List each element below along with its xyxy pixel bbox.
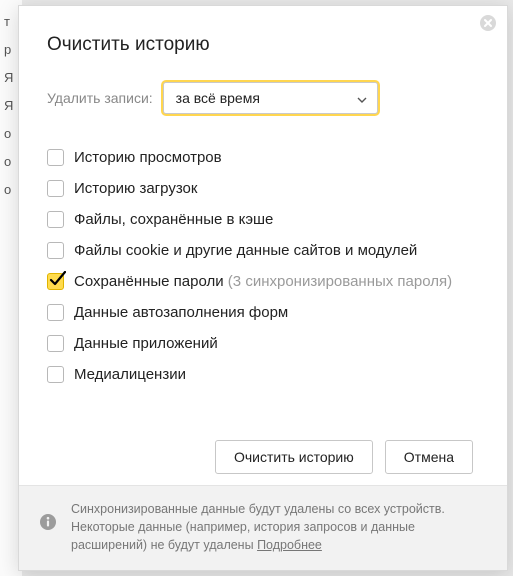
info-icon [39, 513, 57, 531]
time-range-value: за всё время [176, 90, 260, 106]
chevron-down-icon [357, 83, 367, 113]
options-list: Историю просмотров Историю загрузок Файлы,… [47, 136, 479, 390]
dialog-body: Удалить записи: за всё время Историю про… [19, 68, 507, 425]
checkbox-media[interactable] [47, 366, 64, 383]
time-range-select[interactable]: за всё время [163, 82, 378, 114]
option-apps[interactable]: Данные приложений [47, 328, 479, 359]
time-range-label: Удалить записи: [47, 90, 153, 106]
clear-button[interactable]: Очистить историю [215, 440, 373, 474]
dialog-title: Очистить историю [19, 6, 507, 56]
option-label: Историю просмотров [74, 149, 222, 166]
close-icon[interactable] [479, 14, 497, 32]
option-label: Медиалицензии [74, 366, 186, 383]
option-passwords[interactable]: Сохранённые пароли (3 синхронизированных… [47, 266, 479, 297]
option-history[interactable]: Историю просмотров [47, 142, 479, 173]
option-autofill[interactable]: Данные автозаполнения форм [47, 297, 479, 328]
cancel-button[interactable]: Отмена [385, 440, 473, 474]
checkbox-downloads[interactable] [47, 180, 64, 197]
checkbox-apps[interactable] [47, 335, 64, 352]
checkbox-cookies[interactable] [47, 242, 64, 259]
option-label: Файлы, сохранённые в кэше [74, 211, 273, 228]
info-more-link[interactable]: Подробнее [257, 538, 322, 552]
checkbox-passwords[interactable] [47, 273, 64, 290]
option-label: Сохранённые пароли (3 синхронизированных… [74, 273, 452, 290]
checkbox-cache[interactable] [47, 211, 64, 228]
time-range-row: Удалить записи: за всё время [47, 76, 479, 136]
option-downloads[interactable]: Историю загрузок [47, 173, 479, 204]
option-cache[interactable]: Файлы, сохранённые в кэше [47, 204, 479, 235]
checkbox-history[interactable] [47, 149, 64, 166]
option-media[interactable]: Медиалицензии [47, 359, 479, 390]
option-label: Данные автозаполнения форм [74, 304, 288, 321]
dialog-footer: Очистить историю Отмена [19, 429, 495, 485]
option-cookies[interactable]: Файлы cookie и другие данные сайтов и мо… [47, 235, 479, 266]
option-suffix: (3 синхронизированных пароля) [224, 273, 452, 290]
checkbox-autofill[interactable] [47, 304, 64, 321]
option-label: Историю загрузок [74, 180, 197, 197]
option-label: Файлы cookie и другие данные сайтов и мо… [74, 242, 417, 259]
option-label: Данные приложений [74, 335, 218, 352]
clear-history-dialog: Очистить историю Удалить записи: за всё … [18, 5, 508, 571]
info-bar: Синхронизированные данные будут удалены … [19, 485, 507, 570]
